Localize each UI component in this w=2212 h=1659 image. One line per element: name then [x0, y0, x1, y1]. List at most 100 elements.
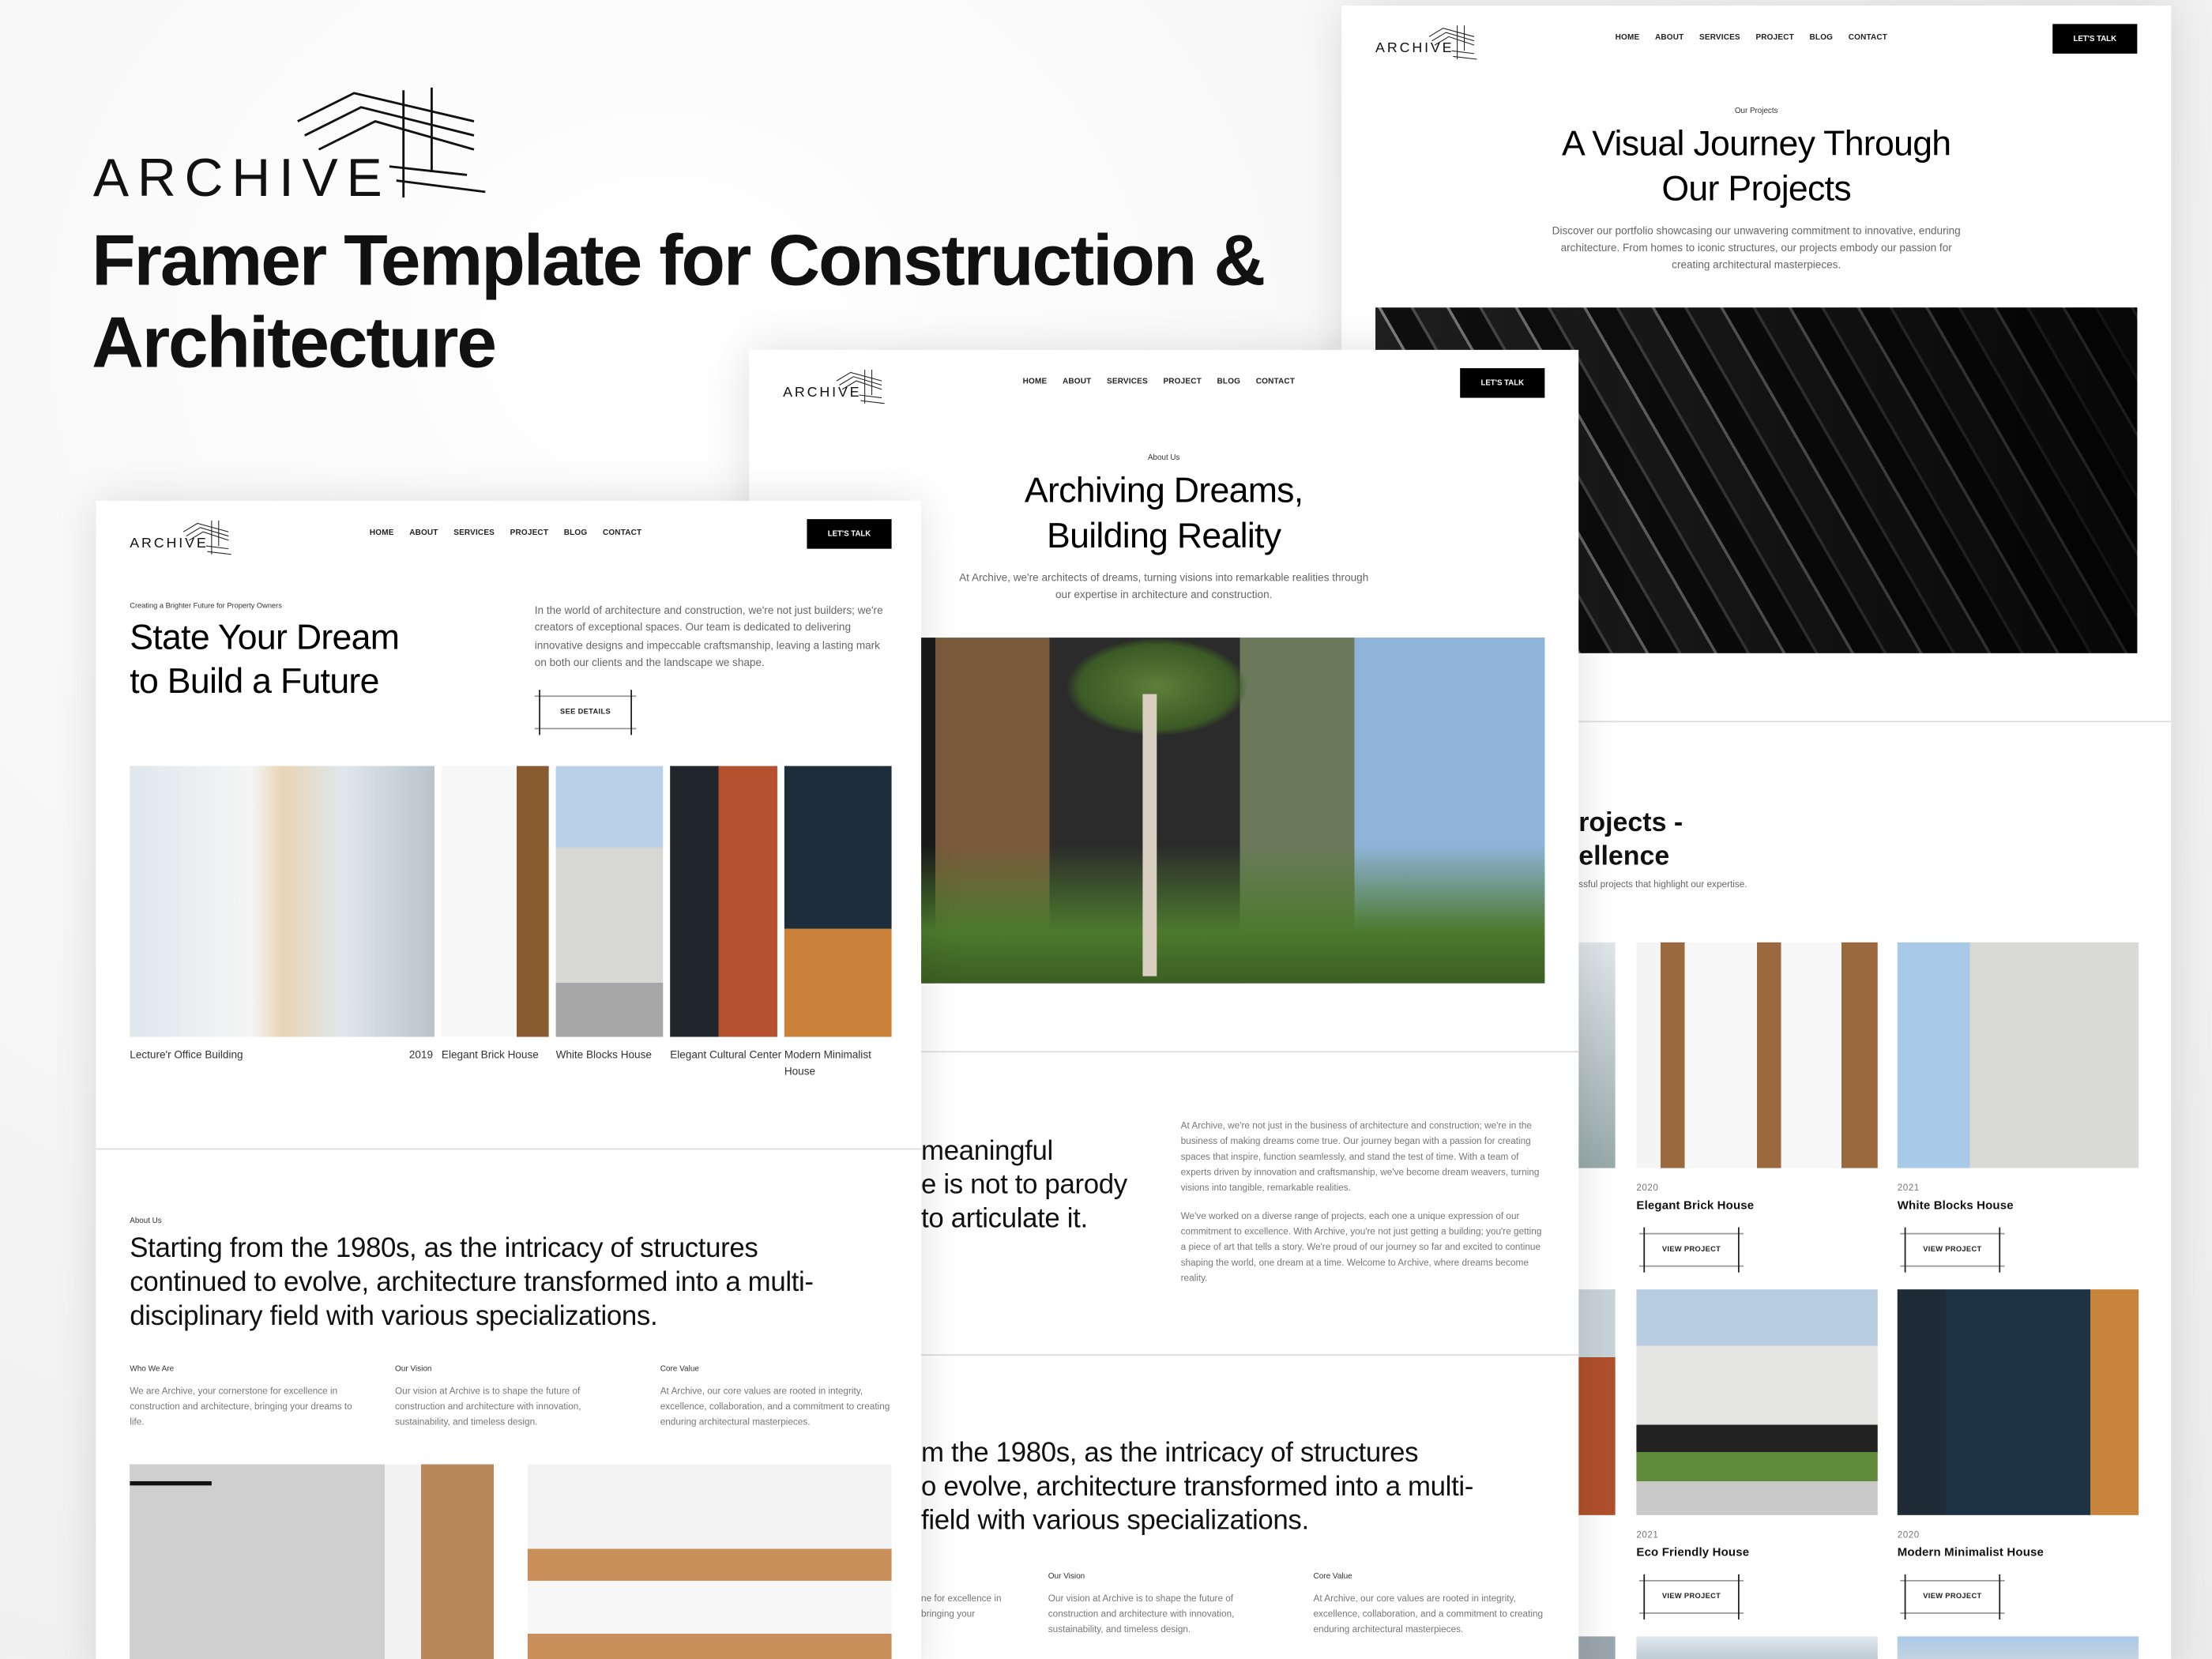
project-title[interactable]: Elegant Brick House: [1636, 1198, 1754, 1212]
core-value-title: Core Value: [1313, 1573, 1352, 1582]
nav-item-services[interactable]: SERVICES: [1107, 378, 1148, 387]
page-title: State Your Dream to Build a Future: [130, 616, 400, 704]
gallery-image[interactable]: [670, 766, 777, 1037]
project-image[interactable]: [1897, 942, 2139, 1168]
nav-item-blog[interactable]: BLOG: [1810, 34, 1834, 43]
nav-item-project[interactable]: PROJECT: [1163, 378, 1201, 387]
column-title: Our Vision: [394, 1365, 432, 1375]
view-project-button[interactable]: VIEW PROJECT: [1638, 1227, 1744, 1273]
project-title[interactable]: Eco Friendly House: [1636, 1544, 1749, 1559]
project-image[interactable]: [1636, 1636, 1878, 1659]
section-title-line: ellence: [1578, 842, 1670, 872]
archive-logo[interactable]: ARCHIVE: [1375, 25, 1477, 62]
gallery-caption: Lecture'r Office Building: [130, 1048, 243, 1061]
lets-talk-button[interactable]: LET'S TALK: [2052, 24, 2138, 54]
gallery-caption: White Blocks House: [555, 1048, 652, 1061]
who-we-are-partial: ne for excellence in bringing your: [921, 1591, 1048, 1622]
lets-talk-button[interactable]: LET'S TALK: [1460, 368, 1545, 398]
partial-line: bringing your: [921, 1609, 976, 1620]
gallery-year: 2019: [408, 1048, 434, 1061]
title-line: A Visual Journey Through: [1561, 124, 1951, 164]
nav-item-about[interactable]: ABOUT: [409, 529, 438, 538]
view-project-button[interactable]: VIEW PROJECT: [1900, 1227, 2005, 1273]
quote-line: meaningful: [921, 1135, 1053, 1167]
nav-item-services[interactable]: SERVICES: [453, 529, 495, 538]
nav-item-blog[interactable]: BLOG: [564, 529, 588, 538]
logo-text: ARCHIVE: [783, 385, 862, 401]
archive-logo[interactable]: ARCHIVE: [783, 369, 885, 406]
about-text: Starting from the 1980s, as the intricac…: [130, 1232, 814, 1332]
column-text: At Archive, our core values are rooted i…: [660, 1386, 890, 1428]
section-title-line: rojects -: [1578, 808, 1683, 838]
gallery-image[interactable]: [784, 766, 892, 1037]
project-image-partial: [1578, 1289, 1616, 1515]
hero-title-line1: Framer Template for Construction &: [92, 220, 1266, 301]
project-image[interactable]: [1636, 942, 1878, 1168]
gallery-caption: Elegant Cultural Center: [670, 1048, 782, 1061]
divider: [96, 1148, 922, 1150]
nav-item-about[interactable]: ABOUT: [1655, 34, 1683, 43]
view-project-button[interactable]: VIEW PROJECT: [1900, 1574, 2005, 1620]
title-line: Archiving Dreams,: [1024, 471, 1304, 511]
history-line: m the 1980s, as the intricacy of structu…: [921, 1437, 1419, 1469]
history-line: field with various specializations.: [921, 1505, 1309, 1537]
nav-item-project[interactable]: PROJECT: [1755, 34, 1793, 43]
eyebrow: Our Projects: [1734, 107, 1778, 116]
title-line: State Your Dream: [130, 618, 400, 658]
gallery-caption: Modern Minimalist House: [784, 1048, 871, 1078]
about-eyebrow: About Us: [130, 1217, 162, 1226]
title-line: Building Reality: [1047, 516, 1281, 556]
interior-stairs-image: [130, 1464, 494, 1659]
nav-item-home[interactable]: HOME: [1616, 34, 1640, 43]
hero-title-line2: Architecture: [92, 302, 497, 382]
nav-item-blog[interactable]: BLOG: [1217, 378, 1241, 387]
archive-logo: ARCHIVE: [93, 87, 486, 203]
project-image[interactable]: [1897, 1636, 2139, 1659]
vision-text: Our vision at Archive is to shape the fu…: [1048, 1593, 1235, 1635]
project-year: 2020: [1636, 1183, 1659, 1194]
nav-item-contact[interactable]: CONTACT: [603, 529, 641, 538]
project-image[interactable]: [1897, 1289, 2139, 1515]
about-paragraph-1: At Archive, we're not just in the busine…: [1180, 1121, 1540, 1194]
nav-item-contact[interactable]: CONTACT: [1256, 378, 1295, 387]
vision-title: Our Vision: [1048, 1573, 1085, 1582]
main-nav: HOME ABOUT SERVICES PROJECT BLOG CONTACT: [1023, 378, 1295, 387]
svg-text:ARCHIVE: ARCHIVE: [93, 149, 391, 203]
title-line: to Build a Future: [130, 661, 379, 702]
project-title[interactable]: White Blocks House: [1898, 1198, 2014, 1212]
page-description: Discover our portfolio showcasing our un…: [1552, 224, 1961, 271]
project-year: 2020: [1897, 1530, 1920, 1540]
logo-text: ARCHIVE: [130, 536, 209, 552]
column-text: We are Archive, your cornerstone for exc…: [130, 1386, 352, 1428]
history-line: o evolve, architecture transformed into …: [921, 1471, 1474, 1503]
project-year: 2021: [1897, 1183, 1920, 1194]
nav-item-about[interactable]: ABOUT: [1063, 378, 1091, 387]
view-project-button[interactable]: VIEW PROJECT: [1638, 1574, 1744, 1620]
quote-text: meaningful e is not to parody to articul…: [921, 1134, 1127, 1236]
column-title: Who We Are: [130, 1365, 175, 1375]
kitchen-image: [527, 1464, 892, 1659]
archive-logo[interactable]: ARCHIVE: [130, 520, 231, 557]
partial-line: ne for excellence in: [921, 1593, 1002, 1604]
nav-item-home[interactable]: HOME: [1023, 378, 1048, 387]
section-title: rojects - ellence: [1578, 807, 1683, 875]
nav-item-home[interactable]: HOME: [370, 529, 394, 538]
about-paragraph-2: We've worked on a diverse range of proje…: [1180, 1211, 1542, 1284]
project-title[interactable]: Modern Minimalist House: [1898, 1544, 2044, 1559]
core-value-text: At Archive, our core values are rooted i…: [1313, 1593, 1544, 1635]
project-image[interactable]: [1636, 1289, 1878, 1515]
intro-text: In the world of architecture and constru…: [534, 604, 883, 669]
gallery-image[interactable]: [555, 766, 664, 1037]
nav-item-services[interactable]: SERVICES: [1699, 34, 1740, 43]
gallery-image[interactable]: [130, 766, 434, 1037]
showcase-canvas: ARCHIVE Framer Template for Construction…: [0, 0, 2212, 1659]
column-title: Core Value: [660, 1365, 699, 1375]
see-details-button[interactable]: SEE DETAILS: [534, 690, 637, 735]
nav-item-project[interactable]: PROJECT: [510, 529, 548, 538]
section-subtitle: ssful projects that highlight our expert…: [1578, 880, 1747, 890]
logo-text: ARCHIVE: [1375, 40, 1454, 57]
gallery-image[interactable]: [441, 766, 549, 1037]
nav-item-contact[interactable]: CONTACT: [1849, 34, 1887, 43]
lets-talk-button[interactable]: LET'S TALK: [807, 519, 892, 549]
project-year: 2021: [1636, 1530, 1659, 1540]
